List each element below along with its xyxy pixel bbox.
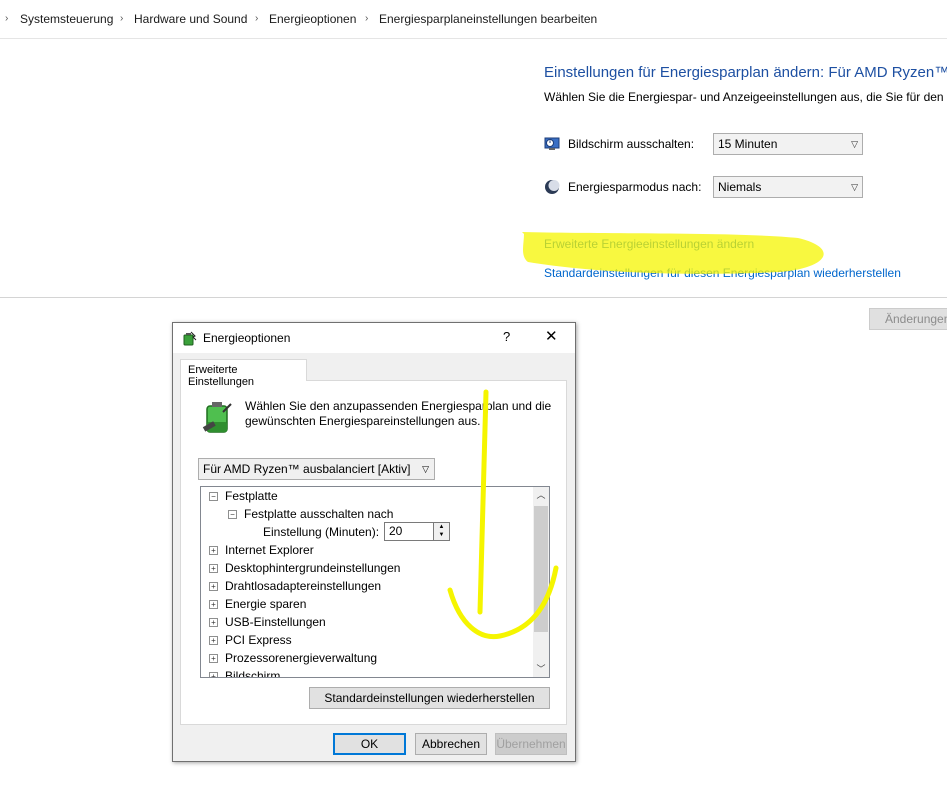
- energy-options-dialog: Energieoptionen ? ✕ Erweiterte Einstellu…: [172, 322, 576, 762]
- chevron-down-icon: ▽: [422, 464, 429, 474]
- tree-item[interactable]: + Energie sparen: [209, 597, 306, 613]
- expand-icon[interactable]: +: [209, 672, 218, 677]
- restore-defaults-link[interactable]: Standardeinstellungen für diesen Energie…: [544, 266, 901, 280]
- chevron-down-icon: ▽: [851, 182, 858, 192]
- tree-scrollbar[interactable]: ︿ ﹀: [533, 487, 549, 677]
- display-icon: [544, 137, 560, 150]
- sleep-value: Niemals: [718, 180, 762, 194]
- expand-icon[interactable]: +: [209, 600, 218, 609]
- setting-minutes-input[interactable]: 20: [384, 522, 434, 541]
- chevron-right-icon: ›: [255, 13, 259, 24]
- settings-tree[interactable]: − Festplatte − Festplatte ausschalten nach…: [200, 486, 550, 678]
- tree-item[interactable]: + Bildschirm: [209, 669, 280, 677]
- chevron-down-icon: ▽: [851, 139, 858, 149]
- collapse-icon[interactable]: −: [209, 492, 218, 501]
- expand-icon[interactable]: +: [209, 636, 218, 645]
- plan-select-value: Für AMD Ryzen™ ausbalanciert [Aktiv]: [203, 462, 411, 476]
- expand-icon[interactable]: +: [209, 564, 218, 573]
- setting-minutes-stepper[interactable]: ▲ ▼: [434, 522, 450, 541]
- setting-minutes-label: Einstellung (Minuten):: [263, 525, 380, 539]
- expand-icon[interactable]: +: [209, 618, 218, 627]
- display-off-select[interactable]: 15 Minuten ▽: [713, 133, 863, 155]
- chevron-right-icon: ›: [5, 13, 9, 24]
- sleep-moon-icon: [545, 180, 560, 194]
- breadcrumb: › Systemsteuerung › Hardware und Sound ›…: [0, 0, 947, 39]
- divider: [0, 297, 947, 298]
- tree-item[interactable]: + PCI Express: [209, 633, 292, 649]
- collapse-icon[interactable]: −: [228, 510, 237, 519]
- close-icon[interactable]: ✕: [545, 327, 558, 345]
- apply-button[interactable]: Übernehmen: [495, 733, 567, 755]
- tree-item[interactable]: + USB-Einstellungen: [209, 615, 326, 631]
- tab-advanced-settings[interactable]: Erweiterte Einstellungen: [180, 359, 307, 388]
- tree-item-festplatte[interactable]: − Festplatte: [209, 489, 278, 505]
- advanced-settings-link[interactable]: Erweiterte Energieeinstellungen ändern: [544, 237, 754, 251]
- tab-panel: Wählen Sie den anzupassenden Energiespar…: [180, 380, 567, 725]
- sleep-label: Energiesparmodus nach:: [568, 180, 702, 194]
- tree-item[interactable]: + Internet Explorer: [209, 543, 314, 559]
- help-icon[interactable]: ?: [503, 329, 510, 344]
- dialog-title: Energieoptionen: [203, 331, 291, 345]
- scroll-down-icon[interactable]: ﹀: [533, 661, 549, 677]
- display-off-value: 15 Minuten: [718, 137, 778, 151]
- spin-up-icon[interactable]: ▲: [434, 523, 449, 531]
- tree-item-festplatte-ausschalten[interactable]: − Festplatte ausschalten nach: [228, 507, 393, 523]
- tree-item[interactable]: + Desktophintergrundeinstellungen: [209, 561, 400, 577]
- tree-item[interactable]: + Prozessorenergieverwaltung: [209, 651, 377, 667]
- breadcrumb-item-hardware[interactable]: Hardware und Sound: [134, 12, 247, 26]
- expand-icon[interactable]: +: [209, 582, 218, 591]
- spin-down-icon[interactable]: ▼: [434, 531, 449, 539]
- tree-item[interactable]: + Drahtlosadaptereinstellungen: [209, 579, 381, 595]
- display-off-label: Bildschirm ausschalten:: [568, 137, 695, 151]
- scroll-up-icon[interactable]: ︿: [533, 487, 549, 503]
- ok-button[interactable]: OK: [333, 733, 406, 755]
- chevron-right-icon: ›: [120, 13, 124, 24]
- breadcrumb-item-energieoptionen[interactable]: Energieoptionen: [269, 12, 356, 26]
- page-subtitle: Wählen Sie die Energiespar- und Anzeigee…: [544, 90, 947, 104]
- sleep-select[interactable]: Niemals ▽: [713, 176, 863, 198]
- restore-defaults-button[interactable]: Standardeinstellungen wiederherstellen: [309, 687, 550, 709]
- chevron-right-icon: ›: [365, 13, 369, 24]
- breadcrumb-item-systemsteuerung[interactable]: Systemsteuerung: [20, 12, 113, 26]
- expand-icon[interactable]: +: [209, 654, 218, 663]
- battery-plug-icon: [202, 402, 232, 433]
- cancel-button[interactable]: Abbrechen: [415, 733, 487, 755]
- page-title: Einstellungen für Energiesparplan ändern…: [544, 64, 947, 81]
- dialog-description: Wählen Sie den anzupassenden Energiespar…: [245, 399, 552, 428]
- dialog-titlebar[interactable]: Energieoptionen ? ✕: [173, 323, 575, 353]
- breadcrumb-item-current: Energiesparplaneinstellungen bearbeiten: [379, 12, 598, 26]
- scrollbar-thumb[interactable]: [534, 506, 548, 632]
- power-options-icon: [183, 331, 197, 346]
- expand-icon[interactable]: +: [209, 546, 218, 555]
- save-changes-button[interactable]: Änderungen: [869, 308, 947, 330]
- plan-select[interactable]: Für AMD Ryzen™ ausbalanciert [Aktiv] ▽: [198, 458, 435, 480]
